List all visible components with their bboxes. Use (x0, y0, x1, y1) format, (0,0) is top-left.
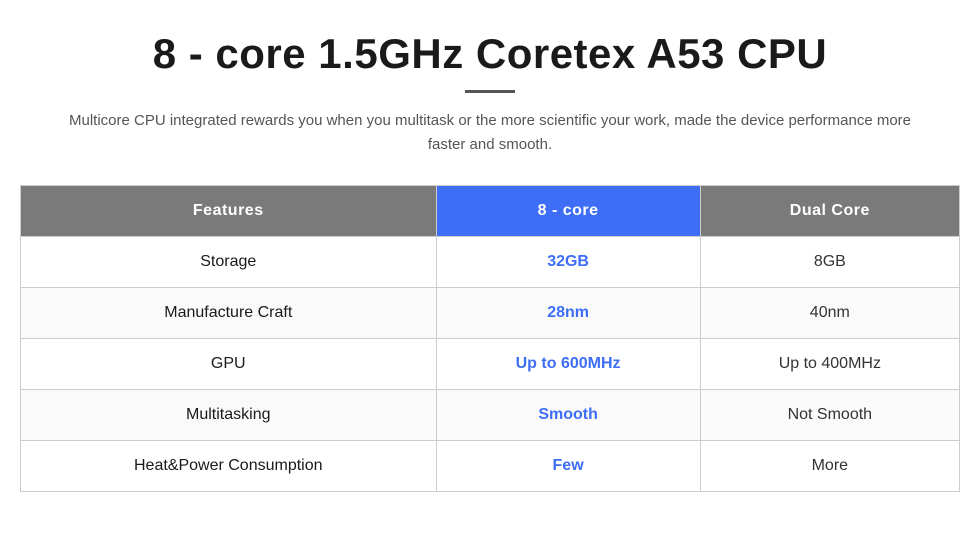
cell-octa-value: Few (436, 441, 700, 492)
table-row: Heat&Power ConsumptionFewMore (21, 441, 960, 492)
cell-dual-value: Up to 400MHz (700, 339, 959, 390)
cell-octa-value: Smooth (436, 390, 700, 441)
table-row: Storage32GB8GB (21, 237, 960, 288)
table-row: GPUUp to 600MHzUp to 400MHz (21, 339, 960, 390)
cell-dual-value: More (700, 441, 959, 492)
cell-octa-value: 28nm (436, 288, 700, 339)
col-header-dual: Dual Core (700, 186, 959, 237)
cell-octa-value: Up to 600MHz (436, 339, 700, 390)
cell-feature: Multitasking (21, 390, 437, 441)
col-header-features: Features (21, 186, 437, 237)
table-row: Manufacture Craft28nm40nm (21, 288, 960, 339)
comparison-table: Features 8 - core Dual Core Storage32GB8… (20, 185, 960, 492)
cell-dual-value: 8GB (700, 237, 959, 288)
table-header-row: Features 8 - core Dual Core (21, 186, 960, 237)
cell-dual-value: Not Smooth (700, 390, 959, 441)
table-row: MultitaskingSmoothNot Smooth (21, 390, 960, 441)
col-header-octa: 8 - core (436, 186, 700, 237)
page-title: 8 - core 1.5GHz Coretex A53 CPU (153, 30, 828, 78)
cell-feature: GPU (21, 339, 437, 390)
cell-feature: Manufacture Craft (21, 288, 437, 339)
cell-dual-value: 40nm (700, 288, 959, 339)
page-subtitle: Multicore CPU integrated rewards you whe… (60, 109, 920, 157)
cell-octa-value: 32GB (436, 237, 700, 288)
cell-feature: Heat&Power Consumption (21, 441, 437, 492)
title-divider (465, 90, 515, 93)
cell-feature: Storage (21, 237, 437, 288)
